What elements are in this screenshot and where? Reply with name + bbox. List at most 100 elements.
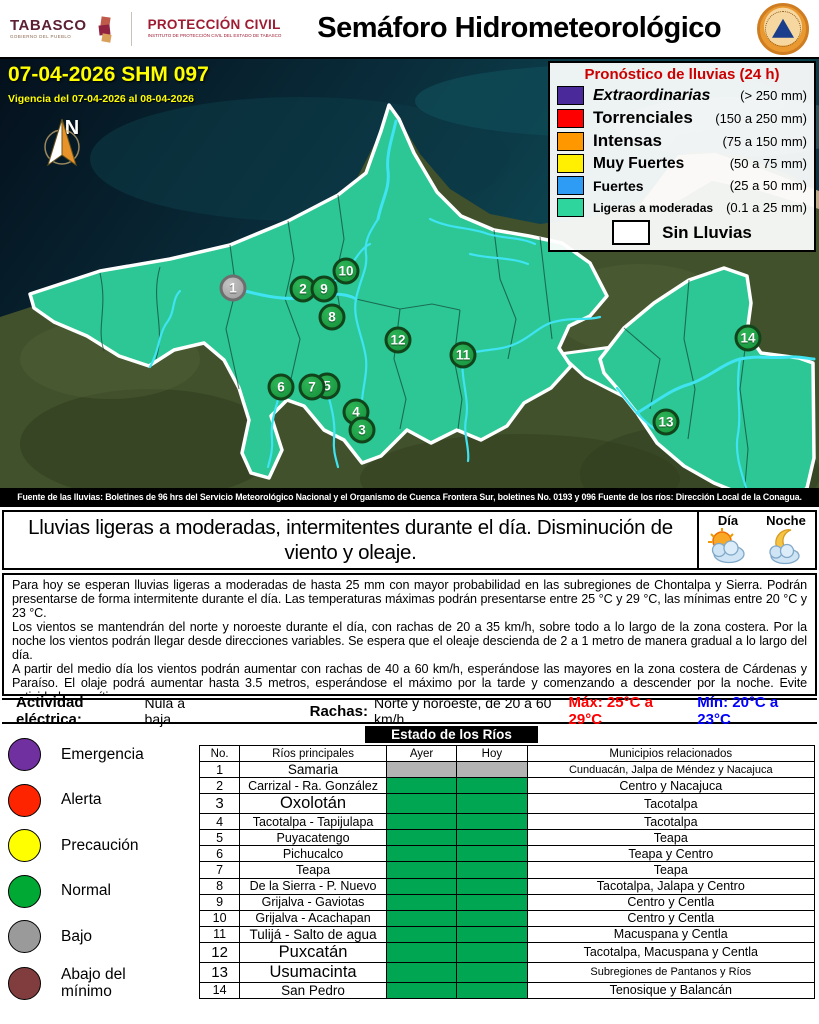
river-status-yesterday [386,894,456,910]
river-no: 14 [200,982,240,998]
river-marker: 7 [299,374,326,401]
rain-legend-range: (> 250 mm) [740,88,807,103]
river-status-yesterday [386,814,456,830]
river-name: Tacotalpa - Tapijulapa [240,814,387,830]
night-label: Noche [757,513,815,528]
forecast-paragraph: Para hoy se esperan lluvias ligeras a mo… [12,578,807,620]
river-municipalities: Subregiones de Pantanos y Ríos [527,962,814,982]
river-level-color [8,967,41,1000]
river-marker: 3 [349,417,376,444]
table-row: 3OxolotánTacotalpa [200,794,815,814]
river-status-today [457,878,527,894]
river-level-item: Emergencia [8,738,199,771]
gusts-value: Norte y noroeste, de 20 a 60 km/h [374,695,563,727]
rain-legend-item: Muy Fuertes(50 a 75 mm) [557,154,807,173]
map-source-note: Fuente de las lluvias: Boletines de 96 h… [0,488,819,505]
river-status-today [457,910,527,926]
river-status-yesterday [386,910,456,926]
river-marker: 8 [319,304,346,331]
river-marker: 9 [311,276,338,303]
bulletin-page: TABASCO GOBIERNO DEL PUEBLO PROTECCIÓN C… [0,0,819,1024]
river-status-yesterday [386,926,456,942]
river-status-yesterday [386,762,456,778]
river-no: 13 [200,962,240,982]
rain-legend-swatch [557,86,584,105]
river-name: Usumacinta [240,962,387,982]
river-municipalities: Teapa [527,830,814,846]
river-name: Grijalva - Acachapan [240,910,387,926]
river-name: Oxolotán [240,794,387,814]
river-level-label: Precaución [61,837,139,855]
river-no: 5 [200,830,240,846]
river-municipalities: Centro y Nacajuca [527,778,814,794]
river-no: 11 [200,926,240,942]
river-name: Tulijá - Salto de agua [240,926,387,942]
rain-legend-label: Extraordinarias [584,87,740,105]
river-status-yesterday [386,778,456,794]
table-row: 4Tacotalpa - TapijulapaTacotalpa [200,814,815,830]
river-marker: 10 [333,258,360,285]
night-weather-icon [763,528,809,566]
status-row: Actividad eléctrica: Nula a baja Rachas:… [2,698,817,724]
rain-legend-range: (75 a 150 mm) [722,134,807,149]
river-marker: 12 [385,327,412,354]
river-status-yesterday [386,878,456,894]
rain-legend-item: Intensas(75 a 150 mm) [557,131,807,151]
rain-legend-items: Extraordinarias(> 250 mm) Torrenciales(15… [557,86,807,217]
rain-legend-swatch [557,198,584,217]
forecast-paragraph: A partir del medio día los vientos podrá… [12,662,807,696]
river-level-label: Emergencia [61,746,144,764]
rain-legend-label: Muy Fuertes [584,155,730,173]
river-status-today [457,830,527,846]
table-row: 7TeapaTeapa [200,862,815,878]
river-municipalities: Tenosique y Balancán [527,982,814,998]
river-level-label: Abajo del mínimo [61,966,161,1002]
river-level-color [8,920,41,953]
river-marker: 13 [653,409,680,436]
rivers-table-body: 1SamariaCunduacán, Jalpa de Méndez y Nac… [200,762,815,999]
table-row: 2Carrizal - Ra. GonzálezCentro y Nacajuc… [200,778,815,794]
tabasco-tagline: GOBIERNO DEL PUEBLO [10,35,87,40]
table-row: 13Usumacinta Subregiones de Pantanos y Rí… [200,962,815,982]
river-status-today [457,982,527,998]
bulletin-validity: Vigencia del 07-04-2026 al 08-04-2026 [8,93,209,105]
table-row: 12PuxcatánTacotalpa, Macuspana y Centla [200,942,815,962]
col-municipalities: Municipios relacionados [527,746,814,762]
river-status-yesterday [386,846,456,862]
rain-legend-item: Extraordinarias(> 250 mm) [557,86,807,105]
rain-legend-label: Ligeras a moderadas [584,201,726,215]
river-municipalities: Centro y Centla [527,910,814,926]
tabasco-name: TABASCO [10,18,87,33]
river-status-today [457,814,527,830]
river-no: 12 [200,942,240,962]
rain-legend-swatch [557,109,584,128]
summary-box: Lluvias ligeras a moderadas, intermitent… [2,510,817,570]
river-name: Puyacatengo [240,830,387,846]
col-today: Hoy [457,746,527,762]
river-status-today [457,942,527,962]
river-municipalities: Macuspana y Centla [527,926,814,942]
river-level-label: Normal [61,882,111,900]
table-row: 6PichucalcoTeapa y Centro [200,846,815,862]
river-level-color [8,784,41,817]
table-row: 14San PedroTenosique y Balancán [200,982,815,998]
river-level-color [8,829,41,862]
rain-legend-range: (150 a 250 mm) [715,111,807,126]
rain-forecast-legend: Pronóstico de lluvias (24 h) Extraordina… [548,61,816,252]
rain-legend-swatch [557,176,584,195]
river-name: De la Sierra - P. Nuevo [240,878,387,894]
river-municipalities: Tacotalpa, Macuspana y Centla [527,942,814,962]
river-status-yesterday [386,942,456,962]
summary-message: Lluvias ligeras a moderadas, intermitent… [4,512,697,568]
rain-legend-item: Torrenciales(150 a 250 mm) [557,108,807,128]
rain-legend-label: Intensas [584,131,722,151]
night-column: Noche [757,512,815,568]
river-status-yesterday [386,982,456,998]
col-no: No. [200,746,240,762]
header: TABASCO GOBIERNO DEL PUEBLO PROTECCIÓN C… [0,0,819,57]
table-row: 5Puyacatengo Teapa [200,830,815,846]
col-yesterday: Ayer [386,746,456,762]
river-no: 6 [200,846,240,862]
river-no: 3 [200,794,240,814]
proteccion-civil-seal-icon [757,3,809,55]
